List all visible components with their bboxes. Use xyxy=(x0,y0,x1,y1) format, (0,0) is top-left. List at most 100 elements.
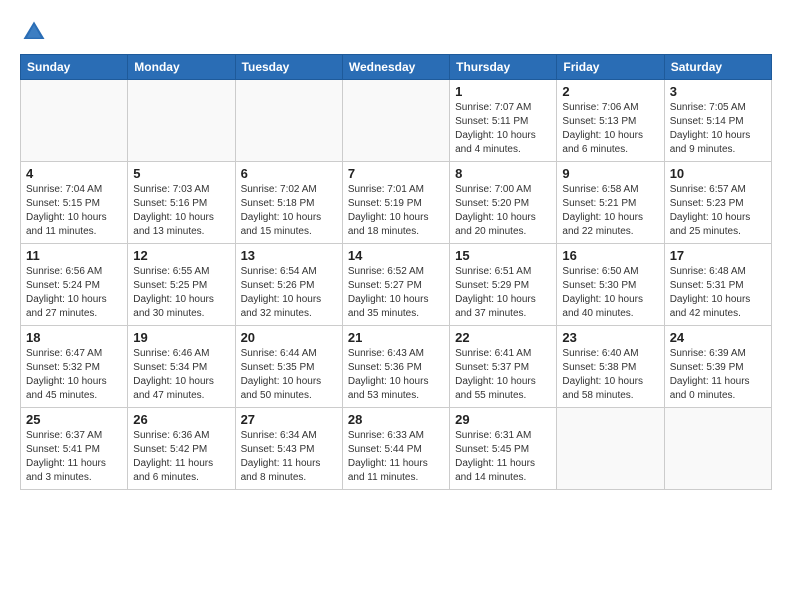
calendar-cell: 27Sunrise: 6:34 AM Sunset: 5:43 PM Dayli… xyxy=(235,408,342,490)
day-info: Sunrise: 7:06 AM Sunset: 5:13 PM Dayligh… xyxy=(562,101,658,157)
day-number: 21 xyxy=(348,330,444,345)
day-number: 17 xyxy=(670,248,766,263)
day-number: 8 xyxy=(455,166,551,181)
day-info: Sunrise: 7:03 AM Sunset: 5:16 PM Dayligh… xyxy=(133,183,229,239)
day-info: Sunrise: 6:47 AM Sunset: 5:32 PM Dayligh… xyxy=(26,347,122,403)
calendar-cell: 2 Sunrise: 7:06 AM Sunset: 5:13 PM Daylig… xyxy=(557,80,664,162)
calendar-week-3: 18 Sunrise: 6:47 AM Sunset: 5:32 PM Dayli… xyxy=(21,326,772,408)
calendar-cell: 17 Sunrise: 6:48 AM Sunset: 5:31 PM Dayli… xyxy=(664,244,771,326)
day-info: Sunrise: 6:56 AM Sunset: 5:24 PM Dayligh… xyxy=(26,265,122,321)
day-number: 11 xyxy=(26,248,122,263)
day-number: 26 xyxy=(133,412,229,427)
calendar-cell: 16Sunrise: 6:50 AM Sunset: 5:30 PM Dayli… xyxy=(557,244,664,326)
calendar-cell: 25 Sunrise: 6:37 AM Sunset: 5:41 PM Dayli… xyxy=(21,408,128,490)
day-number: 28 xyxy=(348,412,444,427)
calendar-cell: 12 Sunrise: 6:55 AM Sunset: 5:25 PM Dayli… xyxy=(128,244,235,326)
weekday-header-saturday: Saturday xyxy=(664,55,771,80)
calendar-cell: 28 Sunrise: 6:33 AM Sunset: 5:44 PM Dayli… xyxy=(342,408,449,490)
day-info: Sunrise: 6:31 AM Sunset: 5:45 PM Dayligh… xyxy=(455,429,551,485)
day-info: Sunrise: 7:02 AM Sunset: 5:18 PM Dayligh… xyxy=(241,183,337,239)
calendar-cell xyxy=(128,80,235,162)
calendar-cell: 13 Sunrise: 6:54 AM Sunset: 5:26 PM Dayli… xyxy=(235,244,342,326)
calendar-cell: 5 Sunrise: 7:03 AM Sunset: 5:16 PM Daylig… xyxy=(128,162,235,244)
calendar-cell xyxy=(21,80,128,162)
day-info: Sunrise: 6:41 AM Sunset: 5:37 PM Dayligh… xyxy=(455,347,551,403)
calendar-cell: 21 Sunrise: 6:43 AM Sunset: 5:36 PM Dayli… xyxy=(342,326,449,408)
day-info: Sunrise: 6:44 AM Sunset: 5:35 PM Dayligh… xyxy=(241,347,337,403)
day-info: Sunrise: 6:40 AM Sunset: 5:38 PM Dayligh… xyxy=(562,347,658,403)
day-number: 19 xyxy=(133,330,229,345)
calendar-cell: 8 Sunrise: 7:00 AM Sunset: 5:20 PM Daylig… xyxy=(450,162,557,244)
day-info: Sunrise: 7:01 AM Sunset: 5:19 PM Dayligh… xyxy=(348,183,444,239)
logo xyxy=(20,18,52,46)
day-info: Sunrise: 6:39 AM Sunset: 5:39 PM Dayligh… xyxy=(670,347,766,403)
calendar-cell: 26 Sunrise: 6:36 AM Sunset: 5:42 PM Dayli… xyxy=(128,408,235,490)
page: SundayMondayTuesdayWednesdayThursdayFrid… xyxy=(0,0,792,500)
day-number: 15 xyxy=(455,248,551,263)
header xyxy=(20,18,772,46)
day-number: 18 xyxy=(26,330,122,345)
day-info: Sunrise: 7:05 AM Sunset: 5:14 PM Dayligh… xyxy=(670,101,766,157)
day-info: Sunrise: 6:36 AM Sunset: 5:42 PM Dayligh… xyxy=(133,429,229,485)
weekday-header-friday: Friday xyxy=(557,55,664,80)
day-info: Sunrise: 6:54 AM Sunset: 5:26 PM Dayligh… xyxy=(241,265,337,321)
calendar-cell: 6 Sunrise: 7:02 AM Sunset: 5:18 PM Daylig… xyxy=(235,162,342,244)
calendar-cell: 3 Sunrise: 7:05 AM Sunset: 5:14 PM Daylig… xyxy=(664,80,771,162)
day-info: Sunrise: 6:58 AM Sunset: 5:21 PM Dayligh… xyxy=(562,183,658,239)
calendar-cell: 7 Sunrise: 7:01 AM Sunset: 5:19 PM Daylig… xyxy=(342,162,449,244)
calendar-cell xyxy=(235,80,342,162)
calendar-cell: 11 Sunrise: 6:56 AM Sunset: 5:24 PM Dayli… xyxy=(21,244,128,326)
calendar-cell: 15 Sunrise: 6:51 AM Sunset: 5:29 PM Dayli… xyxy=(450,244,557,326)
day-number: 6 xyxy=(241,166,337,181)
calendar-body: 1 Sunrise: 7:07 AM Sunset: 5:11 PM Daylig… xyxy=(21,80,772,490)
calendar-cell: 20 Sunrise: 6:44 AM Sunset: 5:35 PM Dayli… xyxy=(235,326,342,408)
day-number: 25 xyxy=(26,412,122,427)
day-number: 20 xyxy=(241,330,337,345)
day-info: Sunrise: 6:48 AM Sunset: 5:31 PM Dayligh… xyxy=(670,265,766,321)
calendar-cell: 14 Sunrise: 6:52 AM Sunset: 5:27 PM Dayli… xyxy=(342,244,449,326)
day-info: Sunrise: 6:33 AM Sunset: 5:44 PM Dayligh… xyxy=(348,429,444,485)
logo-icon xyxy=(20,18,48,46)
calendar-week-2: 11 Sunrise: 6:56 AM Sunset: 5:24 PM Dayli… xyxy=(21,244,772,326)
calendar-week-1: 4 Sunrise: 7:04 AM Sunset: 5:15 PM Daylig… xyxy=(21,162,772,244)
calendar-cell: 22Sunrise: 6:41 AM Sunset: 5:37 PM Dayli… xyxy=(450,326,557,408)
day-info: Sunrise: 6:57 AM Sunset: 5:23 PM Dayligh… xyxy=(670,183,766,239)
calendar-cell: 24 Sunrise: 6:39 AM Sunset: 5:39 PM Dayli… xyxy=(664,326,771,408)
day-number: 14 xyxy=(348,248,444,263)
calendar-cell: 29 Sunrise: 6:31 AM Sunset: 5:45 PM Dayli… xyxy=(450,408,557,490)
calendar: SundayMondayTuesdayWednesdayThursdayFrid… xyxy=(20,54,772,490)
day-info: Sunrise: 6:51 AM Sunset: 5:29 PM Dayligh… xyxy=(455,265,551,321)
day-number: 29 xyxy=(455,412,551,427)
calendar-cell xyxy=(342,80,449,162)
weekday-header-thursday: Thursday xyxy=(450,55,557,80)
day-info: Sunrise: 6:52 AM Sunset: 5:27 PM Dayligh… xyxy=(348,265,444,321)
day-number: 23 xyxy=(562,330,658,345)
day-number: 2 xyxy=(562,84,658,99)
day-info: Sunrise: 6:34 AM Sunset: 5:43 PM Dayligh… xyxy=(241,429,337,485)
day-info: Sunrise: 6:43 AM Sunset: 5:36 PM Dayligh… xyxy=(348,347,444,403)
day-number: 5 xyxy=(133,166,229,181)
calendar-week-0: 1 Sunrise: 7:07 AM Sunset: 5:11 PM Daylig… xyxy=(21,80,772,162)
day-info: Sunrise: 7:07 AM Sunset: 5:11 PM Dayligh… xyxy=(455,101,551,157)
calendar-cell: 4 Sunrise: 7:04 AM Sunset: 5:15 PM Daylig… xyxy=(21,162,128,244)
calendar-cell: 19 Sunrise: 6:46 AM Sunset: 5:34 PM Dayli… xyxy=(128,326,235,408)
calendar-cell: 1 Sunrise: 7:07 AM Sunset: 5:11 PM Daylig… xyxy=(450,80,557,162)
day-info: Sunrise: 6:46 AM Sunset: 5:34 PM Dayligh… xyxy=(133,347,229,403)
day-info: Sunrise: 7:00 AM Sunset: 5:20 PM Dayligh… xyxy=(455,183,551,239)
day-number: 24 xyxy=(670,330,766,345)
day-info: Sunrise: 6:55 AM Sunset: 5:25 PM Dayligh… xyxy=(133,265,229,321)
day-info: Sunrise: 7:04 AM Sunset: 5:15 PM Dayligh… xyxy=(26,183,122,239)
calendar-cell: 23 Sunrise: 6:40 AM Sunset: 5:38 PM Dayli… xyxy=(557,326,664,408)
day-number: 4 xyxy=(26,166,122,181)
day-info: Sunrise: 6:37 AM Sunset: 5:41 PM Dayligh… xyxy=(26,429,122,485)
calendar-header-row: SundayMondayTuesdayWednesdayThursdayFrid… xyxy=(21,55,772,80)
day-number: 1 xyxy=(455,84,551,99)
calendar-cell xyxy=(557,408,664,490)
day-number: 16 xyxy=(562,248,658,263)
day-number: 7 xyxy=(348,166,444,181)
calendar-cell xyxy=(664,408,771,490)
day-number: 9 xyxy=(562,166,658,181)
day-number: 13 xyxy=(241,248,337,263)
day-number: 12 xyxy=(133,248,229,263)
day-number: 3 xyxy=(670,84,766,99)
